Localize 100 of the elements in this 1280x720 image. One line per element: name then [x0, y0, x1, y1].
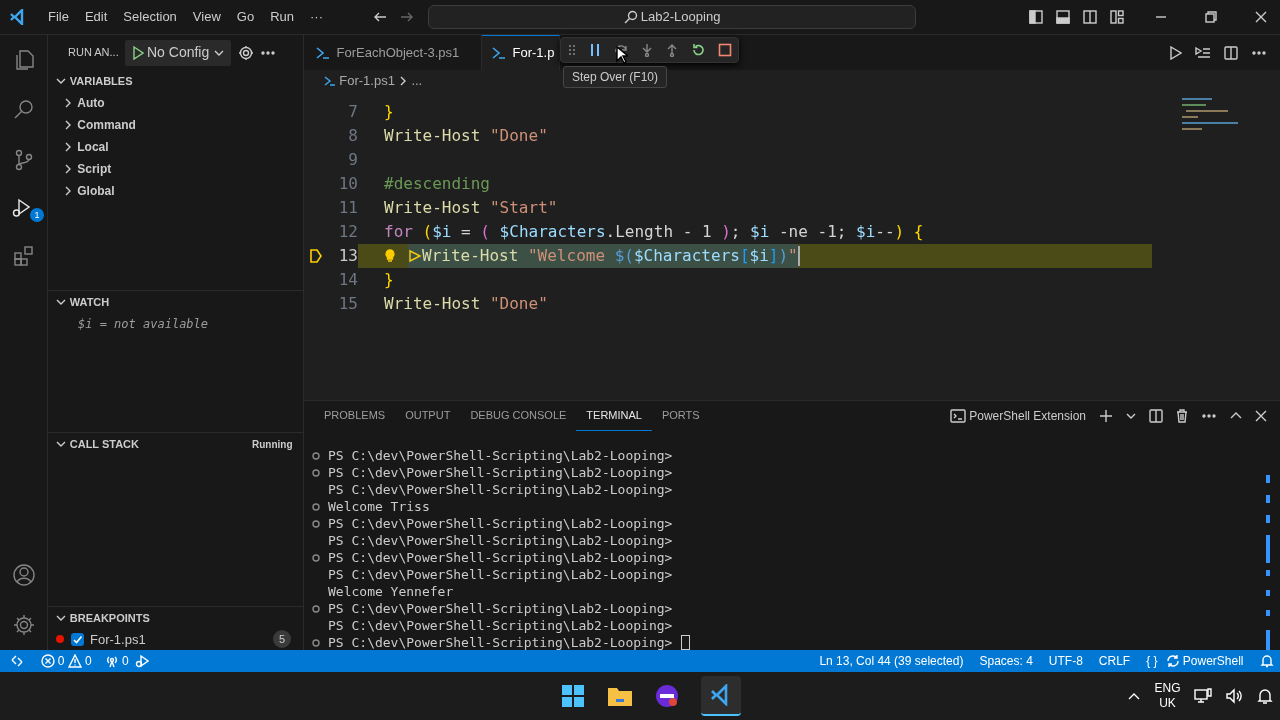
stop-icon[interactable]: [717, 43, 732, 57]
chevron-down-icon[interactable]: [1126, 411, 1136, 421]
restart-icon[interactable]: [690, 43, 705, 57]
breakpoint-file[interactable]: For-1.ps1: [90, 629, 146, 649]
command-marker-icon[interactable]: [312, 468, 320, 477]
play-icon[interactable]: [131, 45, 144, 60]
checkbox[interactable]: [70, 632, 84, 646]
settings-icon[interactable]: [12, 613, 36, 637]
sidebar-layout-icon[interactable]: [1029, 10, 1043, 24]
forward-arrow-icon[interactable]: [400, 11, 414, 23]
split-terminal-icon[interactable]: [1149, 409, 1163, 423]
app-logo-icon: [10, 9, 26, 25]
extensions-icon[interactable]: [12, 244, 36, 268]
command-marker-icon[interactable]: [312, 553, 320, 562]
app-mask-icon[interactable]: [655, 684, 679, 708]
step-out-icon[interactable]: [665, 43, 678, 57]
section-title[interactable]: CALL STACK: [69, 435, 139, 453]
customize-layout-icon[interactable]: [1110, 10, 1124, 24]
language-status[interactable]: PowerShell: [1165, 652, 1244, 670]
inline-breakpoint-icon[interactable]: [408, 249, 422, 263]
menu-item[interactable]: Run: [262, 7, 302, 27]
terminal-line: Welcome Triss: [328, 498, 430, 515]
section-title[interactable]: BREAKPOINTS: [69, 609, 150, 626]
remote-icon[interactable]: [11, 655, 23, 667]
search-icon: [623, 10, 638, 24]
language-indicator[interactable]: ENG UK: [1154, 681, 1181, 711]
command-marker-icon[interactable]: [312, 604, 320, 613]
command-marker-icon[interactable]: [312, 451, 320, 460]
tree-item[interactable]: Auto: [77, 94, 105, 112]
status-item[interactable]: UTF-8: [1048, 652, 1083, 670]
line-number: 13: [338, 246, 358, 265]
breadcrumb-item[interactable]: For-1.ps1: [339, 71, 395, 91]
windows-start-icon[interactable]: [561, 684, 585, 708]
panel-tab[interactable]: PORTS: [651, 401, 710, 431]
warning-icon: [67, 654, 82, 668]
menu-item[interactable]: File: [40, 7, 77, 27]
terminal-line: PS C:\dev\PowerShell-Scripting\Lab2-Looping>: [328, 549, 673, 566]
run-icon[interactable]: [1168, 45, 1182, 60]
step-into-icon[interactable]: [640, 43, 653, 57]
mouse-cursor-icon: [616, 46, 628, 64]
close-icon[interactable]: [1255, 410, 1267, 422]
drag-handle-icon[interactable]: [567, 43, 576, 57]
notification-icon[interactable]: [1255, 687, 1274, 705]
status-item[interactable]: Spaces: 4: [979, 652, 1033, 670]
pause-icon[interactable]: [588, 43, 601, 57]
panel-tab[interactable]: OUTPUT: [395, 401, 461, 431]
status-item[interactable]: Ln 13, Col 44 (39 selected): [819, 652, 964, 670]
editor-tab[interactable]: For-1.p: [482, 35, 560, 70]
breadcrumb-item[interactable]: ...: [411, 71, 423, 91]
code-line: }: [384, 269, 394, 291]
folder-icon[interactable]: [607, 685, 633, 707]
configuration-dropdown[interactable]: No Config: [125, 39, 231, 66]
command-marker-icon[interactable]: [312, 502, 320, 511]
menu-item[interactable]: Selection: [115, 7, 185, 27]
settings-icon[interactable]: [237, 44, 254, 61]
problems-status[interactable]: 0 0: [34, 652, 99, 670]
run-debug-icon[interactable]: [12, 198, 30, 218]
section-title[interactable]: WATCH: [69, 293, 110, 311]
bell-icon[interactable]: [1259, 654, 1274, 668]
terminal-line: PS C:\dev\PowerShell-Scripting\Lab2-Looping>: [328, 447, 673, 464]
code-line: Write-Host "Done": [384, 293, 548, 315]
split-layout-icon[interactable]: [1083, 10, 1097, 24]
menu-item[interactable]: Edit: [76, 7, 116, 27]
trash-icon[interactable]: [1176, 409, 1188, 423]
panel-tab[interactable]: PROBLEMS: [314, 401, 396, 431]
close-icon[interactable]: [1255, 11, 1267, 23]
language-braces[interactable]: { }: [1146, 652, 1158, 670]
tree-item[interactable]: Command: [77, 116, 136, 134]
command-marker-icon[interactable]: [312, 519, 320, 528]
tree-item[interactable]: Script: [77, 160, 112, 178]
menu-item[interactable]: View: [184, 7, 229, 27]
status-item[interactable]: CRLF: [1098, 652, 1131, 670]
terminal-icon[interactable]: [950, 408, 966, 424]
menu-item[interactable]: Go: [228, 7, 263, 27]
network-icon[interactable]: [1193, 687, 1212, 705]
back-arrow-icon[interactable]: [373, 11, 387, 23]
panel-tab[interactable]: TERMINAL: [576, 401, 652, 431]
command-marker-icon[interactable]: [312, 638, 320, 647]
volume-icon[interactable]: [1224, 687, 1243, 705]
panel-layout-icon[interactable]: [1056, 10, 1070, 24]
section-title[interactable]: VARIABLES: [69, 72, 133, 90]
ports-status[interactable]: 0: [98, 652, 136, 670]
plus-icon[interactable]: [1099, 409, 1113, 423]
tree-item[interactable]: Global: [77, 182, 115, 200]
line-number: 10: [338, 174, 358, 193]
terminal-name[interactable]: PowerShell Extension: [969, 407, 1086, 425]
taskbar-app-button[interactable]: [701, 676, 741, 716]
terminal-line: Welcome Yennefer: [328, 583, 454, 600]
lightbulb-icon[interactable]: [384, 249, 396, 263]
watch-expression[interactable]: $i = not available: [48, 313, 303, 335]
menu-item[interactable]: ···: [302, 7, 331, 27]
search-field[interactable]: Lab2-Looping: [428, 5, 916, 29]
code-line: #descending: [384, 173, 490, 195]
split-editor-icon[interactable]: [1224, 45, 1238, 60]
debug-icon[interactable]: [135, 654, 150, 668]
restore-icon[interactable]: [1205, 11, 1217, 23]
account-icon[interactable]: [12, 563, 36, 587]
panel-tab[interactable]: DEBUG CONSOLE: [460, 401, 577, 431]
tree-item[interactable]: Local: [77, 138, 109, 156]
run-selection-icon[interactable]: [1195, 45, 1211, 60]
